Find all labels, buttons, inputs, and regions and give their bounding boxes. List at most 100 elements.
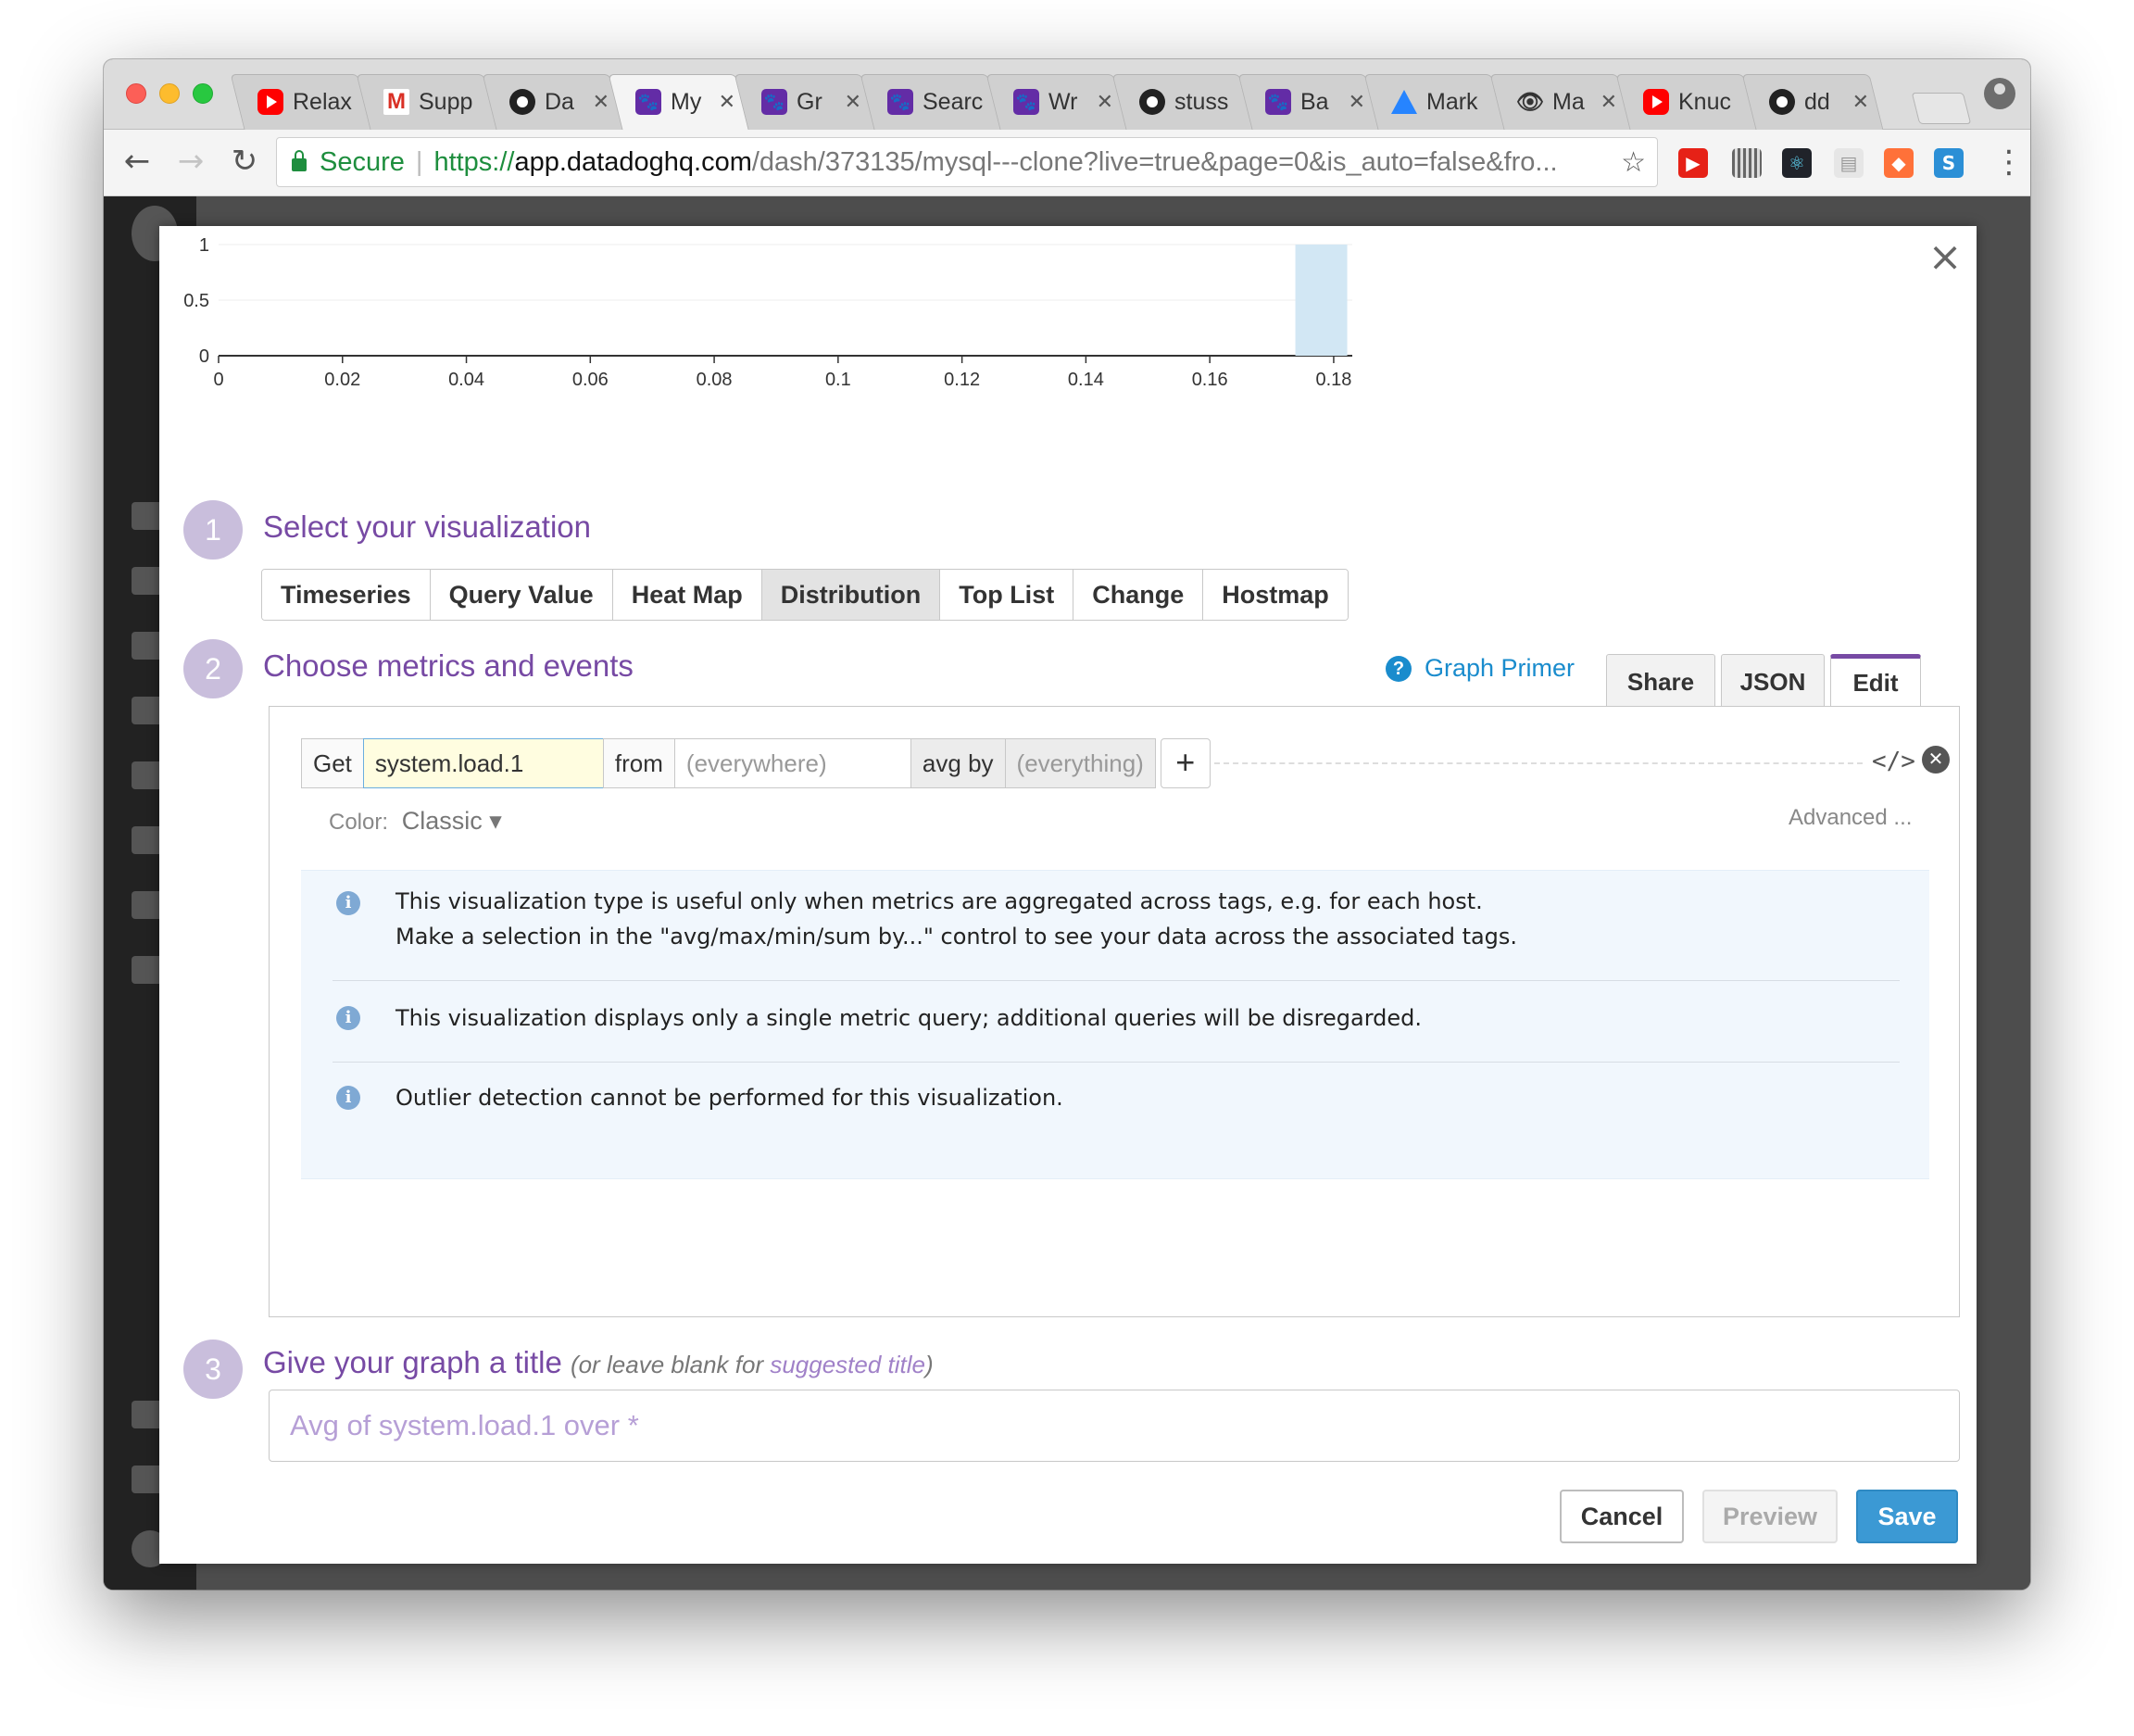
- add-function-button[interactable]: +: [1160, 738, 1211, 788]
- lock-icon: [292, 150, 307, 171]
- bookmark-star-icon[interactable]: ☆: [1621, 146, 1646, 179]
- s-ext-icon[interactable]: S: [1934, 148, 1964, 178]
- browser-tab[interactable]: 🐾 Gr ✕: [741, 74, 869, 130]
- graph-title-input[interactable]: [269, 1390, 1960, 1462]
- close-tab-icon[interactable]: ✕: [845, 90, 861, 114]
- close-tab-icon[interactable]: ✕: [1600, 90, 1617, 114]
- info-icon: i: [336, 1086, 360, 1110]
- step-1-number: 1: [183, 500, 243, 560]
- suggested-title-link[interactable]: suggested title: [770, 1351, 925, 1378]
- step-3-title-text: Give your graph a title: [263, 1345, 562, 1379]
- info-box: i This visualization type is useful only…: [301, 870, 1929, 1179]
- browser-tab[interactable]: dd ✕: [1749, 74, 1877, 130]
- preview-button[interactable]: Preview: [1702, 1490, 1838, 1543]
- info-text-line: This visualization type is useful only w…: [395, 888, 1483, 914]
- browser-tab[interactable]: Relax: [237, 74, 365, 130]
- close-tab-icon[interactable]: ✕: [1852, 90, 1869, 114]
- tab-share[interactable]: Share: [1606, 654, 1715, 708]
- from-scope-input[interactable]: (everywhere): [673, 738, 911, 788]
- tab-json[interactable]: JSON: [1721, 654, 1825, 708]
- reload-icon[interactable]: ↻: [224, 141, 265, 182]
- y-tick-label: 0.5: [183, 291, 209, 311]
- datadog-icon: 🐾: [1013, 89, 1039, 115]
- react-ext-icon[interactable]: ⚛: [1782, 148, 1812, 178]
- tab-edit[interactable]: Edit: [1830, 654, 1921, 710]
- query-row: Get system.load.1 from (everywhere) avg …: [301, 738, 1211, 788]
- barcode-ext-icon[interactable]: [1732, 148, 1762, 178]
- color-palette-select[interactable]: Classic ▾: [402, 807, 502, 835]
- browser-tab[interactable]: stuss: [1119, 74, 1247, 130]
- close-tab-icon[interactable]: ✕: [593, 90, 609, 114]
- save-button[interactable]: Save: [1856, 1490, 1958, 1543]
- graph-primer-link[interactable]: ? Graph Primer: [1386, 654, 1575, 683]
- browser-toolbar: ← → ↻ Secure | https:// app.datadoghq.co…: [104, 130, 2030, 196]
- new-tab-button[interactable]: [1911, 93, 1972, 124]
- aggregation-select[interactable]: avg by: [910, 738, 1006, 788]
- browser-tab[interactable]: Da ✕: [489, 74, 617, 130]
- viz-option-heat-map[interactable]: Heat Map: [612, 570, 762, 620]
- info-text-line: Make a selection in the "avg/max/min/sum…: [395, 924, 1518, 950]
- x-tick-label: 0.14: [1068, 370, 1104, 390]
- browser-tab[interactable]: M Supp: [363, 74, 491, 130]
- info-divider: [333, 980, 1900, 981]
- browser-tab[interactable]: Mark: [1371, 74, 1499, 130]
- step-2-title: Choose metrics and events: [263, 648, 634, 683]
- back-icon[interactable]: ←: [117, 141, 157, 182]
- step-2-number: 2: [183, 639, 243, 698]
- doc-ext-icon[interactable]: ▤: [1834, 148, 1864, 178]
- more-menu-icon[interactable]: ⋮: [1993, 146, 2025, 178]
- browser-tab[interactable]: 🐾 Searc: [867, 74, 995, 130]
- minimize-window-button[interactable]: [159, 83, 180, 104]
- step-3-number: 3: [183, 1340, 243, 1399]
- youtube-ext-icon[interactable]: ▶: [1678, 148, 1708, 178]
- advanced-link[interactable]: Advanced ...: [1789, 805, 1912, 831]
- datadog-icon: 🐾: [761, 89, 787, 115]
- y-tick-label: 0: [199, 346, 209, 367]
- browser-tab-active[interactable]: 🐾 My ✕: [615, 74, 743, 130]
- browser-tab[interactable]: 🐾 Wr ✕: [993, 74, 1121, 130]
- browser-tab[interactable]: 👁 Ma ✕: [1497, 74, 1625, 130]
- url-host: app.datadoghq.com: [514, 146, 752, 177]
- code-icon[interactable]: </>: [1872, 748, 1915, 775]
- remove-query-icon[interactable]: ✕: [1922, 746, 1950, 774]
- cancel-button[interactable]: Cancel: [1560, 1490, 1684, 1543]
- tab-title: Ba: [1300, 88, 1329, 115]
- group-by-input[interactable]: (everything): [1004, 738, 1156, 788]
- x-tick-label: 0.18: [1315, 370, 1351, 390]
- browser-tab[interactable]: Knuc: [1623, 74, 1751, 130]
- info-icon: i: [336, 891, 360, 915]
- viz-option-query-value[interactable]: Query Value: [430, 570, 613, 620]
- zoom-window-button[interactable]: [193, 83, 213, 104]
- close-tab-icon[interactable]: ✕: [1349, 90, 1365, 114]
- viz-option-top-list[interactable]: Top List: [940, 570, 1074, 620]
- tab-title: Knuc: [1678, 88, 1731, 115]
- viz-option-hostmap[interactable]: Hostmap: [1203, 570, 1348, 620]
- forward-icon[interactable]: →: [170, 141, 211, 182]
- browser-tab[interactable]: 🐾 Ba ✕: [1245, 74, 1373, 130]
- close-window-button[interactable]: [126, 83, 146, 104]
- address-bar[interactable]: Secure | https:// app.datadoghq.com /das…: [276, 137, 1658, 187]
- atlassian-icon: [1391, 90, 1417, 114]
- fox-ext-icon[interactable]: ◆: [1884, 148, 1914, 178]
- close-tab-icon[interactable]: ✕: [1097, 90, 1113, 114]
- github-icon: [1139, 89, 1165, 115]
- x-tick-label: 0.06: [572, 370, 609, 390]
- viz-option-distribution[interactable]: Distribution: [761, 570, 941, 620]
- tab-title: Mark: [1426, 88, 1478, 115]
- profile-icon[interactable]: [1984, 78, 2015, 109]
- preview-graph: 10.50 0 0.02 0.04 0.06 0.08 0.1 0.12 0.14 0.16 0.…: [183, 235, 1352, 390]
- viz-option-change[interactable]: Change: [1073, 570, 1204, 620]
- tab-title: Searc: [923, 88, 984, 115]
- x-axis: 0 0.02 0.04 0.06 0.08 0.1 0.12 0.14 0.16 0.18: [213, 356, 1351, 390]
- viz-option-timeseries[interactable]: Timeseries: [262, 570, 431, 620]
- help-icon: ?: [1386, 655, 1412, 682]
- url-scheme: https://: [433, 146, 515, 177]
- metric-input[interactable]: system.load.1: [362, 738, 604, 788]
- close-tab-icon[interactable]: ✕: [719, 90, 735, 114]
- separator: |: [415, 146, 423, 177]
- youtube-icon: [1643, 89, 1669, 115]
- step-1-title: Select your visualization: [263, 509, 592, 544]
- youtube-icon: [257, 89, 283, 115]
- metric-editor-panel: Get system.load.1 from (everywhere) avg …: [269, 706, 1960, 1317]
- tab-title: Supp: [419, 88, 473, 115]
